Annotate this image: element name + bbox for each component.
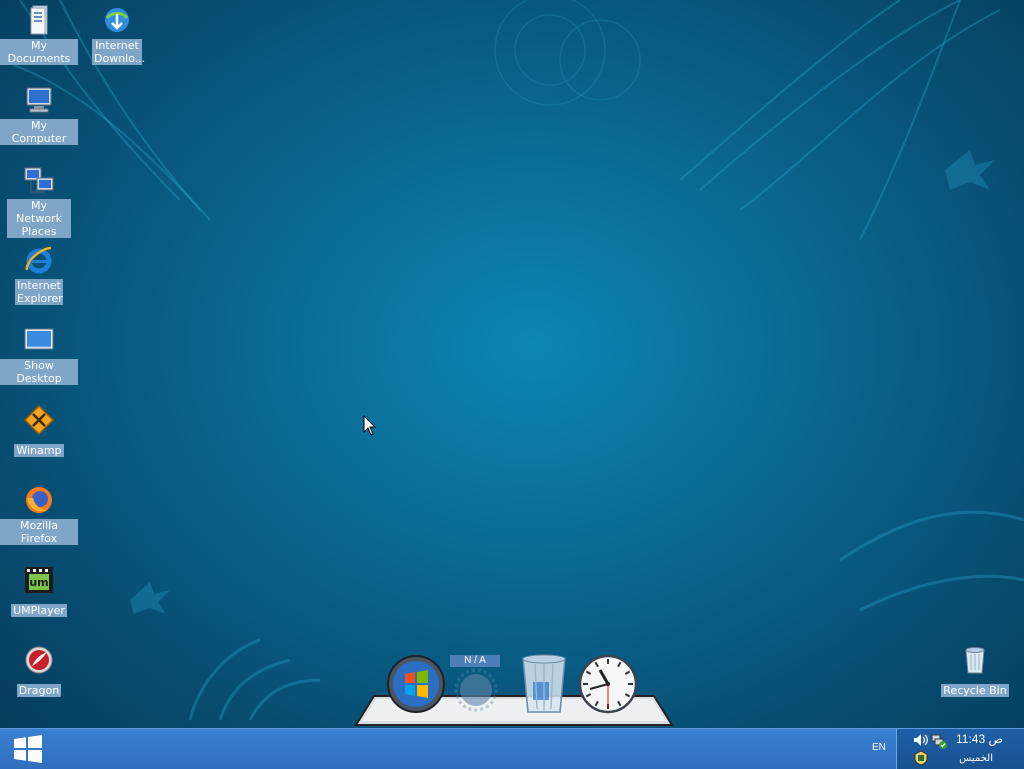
winamp-icon xyxy=(23,404,55,436)
network-icon xyxy=(24,167,54,193)
desktop-icon-label: Mozilla Firefox xyxy=(0,519,78,545)
start-button[interactable] xyxy=(0,729,56,769)
firefox-icon xyxy=(26,487,52,513)
language-indicator[interactable]: EN xyxy=(872,742,886,753)
desktop-icon-umplayer[interactable]: um UMPlayer xyxy=(0,564,78,618)
dock-trash[interactable] xyxy=(518,654,570,714)
desktop-icon-dragon[interactable]: Dragon xyxy=(0,644,78,698)
desktop-icon-winamp[interactable]: Winamp xyxy=(0,404,78,458)
idm-icon xyxy=(105,8,129,32)
desktop-icon-internet-download-manager[interactable]: Internet Downlo... xyxy=(78,4,156,66)
dragon-icon xyxy=(25,646,53,674)
clock-icon xyxy=(578,654,638,714)
clock-day[interactable]: الخميس xyxy=(959,753,993,764)
documents-icon xyxy=(30,5,48,35)
umplayer-icon: um xyxy=(25,567,53,593)
dock-clock-widget[interactable] xyxy=(578,654,638,714)
desktop-icon-label: My Computer xyxy=(0,119,78,145)
wallpaper xyxy=(0,0,1024,721)
ie-icon xyxy=(25,246,52,274)
dock-start-orb[interactable] xyxy=(386,654,446,714)
desktop-icon-my-computer[interactable]: My Computer xyxy=(0,84,78,146)
recycle-bin-icon xyxy=(965,647,985,674)
desktop-icon-my-network-places[interactable]: My Network Places xyxy=(0,164,78,239)
desktop-icon-show-desktop[interactable]: Show Desktop xyxy=(0,324,78,386)
weather-icon xyxy=(454,668,498,712)
desktop-icon-label: UMPlayer xyxy=(11,604,67,617)
trash-icon xyxy=(522,654,566,713)
network-tray-icon[interactable] xyxy=(931,733,947,749)
desktop-icon-my-documents[interactable]: My Documents xyxy=(0,4,78,66)
taskbar: EN ص 11:43 الخميس xyxy=(0,728,1024,769)
weather-label: N / A xyxy=(450,655,500,667)
desktop-icon-internet-explorer[interactable]: Internet Explorer xyxy=(0,244,78,306)
show-desktop-icon xyxy=(24,328,54,350)
desktop-icon-label: Show Desktop xyxy=(0,359,78,385)
clock-time[interactable]: ص 11:43 xyxy=(956,732,1003,746)
volume-icon[interactable] xyxy=(913,733,929,747)
desktop-icon-label: My Documents xyxy=(0,39,78,65)
computer-icon xyxy=(26,87,52,113)
security-tray-icon[interactable] xyxy=(913,750,929,766)
desktop-icon-label: My Network Places xyxy=(7,199,71,238)
desktop-icon-recycle-bin[interactable]: Recycle Bin xyxy=(936,644,1014,698)
mouse-cursor-icon xyxy=(363,415,377,436)
desktop-icon-label: Winamp xyxy=(14,444,64,457)
windows-orb-icon xyxy=(387,655,445,713)
desktop-icon-label: Internet Explorer xyxy=(15,279,63,305)
desktop-icon-label: Recycle Bin xyxy=(941,684,1009,697)
system-tray: ص 11:43 الخميس xyxy=(896,729,1024,769)
desktop-icon-label: Dragon xyxy=(16,684,62,697)
svg-text:um: um xyxy=(29,576,48,589)
dock-weather-widget[interactable]: N / A xyxy=(448,654,504,714)
windows-logo-icon xyxy=(14,735,42,763)
desktop-icon-label: Internet Downlo... xyxy=(92,39,146,65)
desktop-icon-mozilla-firefox[interactable]: Mozilla Firefox xyxy=(0,484,78,546)
